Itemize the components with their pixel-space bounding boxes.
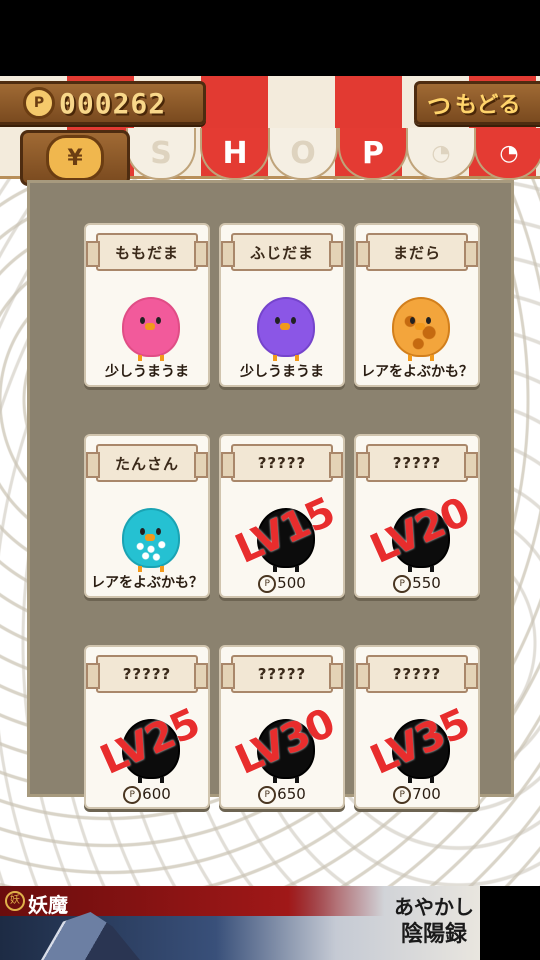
chick-icon: ◔ [474, 128, 540, 180]
bird-mottled-icon [392, 297, 450, 361]
ad-title: あやかし 陰陽録 [388, 894, 480, 948]
bird-purple-icon [257, 297, 315, 361]
shop-item-card[interactable]: まだらレアをよぶかも？ [354, 223, 480, 387]
card-price: P 700 [356, 785, 478, 804]
card-name: ふじだま [250, 243, 314, 262]
status-bar-area [0, 0, 540, 76]
card-price: P 500 [221, 574, 343, 593]
ad-title-line1: あやかし [394, 895, 474, 919]
card-description: レアをよぶかも？ [361, 364, 473, 380]
card-name-ribbon: ふじだま [221, 233, 343, 271]
card-name: ももだま [115, 243, 179, 262]
price-coin-icon: P [393, 785, 412, 804]
awning-letter-o: O [268, 128, 338, 180]
card-name: ????? [392, 665, 442, 683]
yen-coin-icon: ¥ [46, 135, 104, 181]
card-name: ????? [257, 665, 307, 683]
card-name-ribbon: ????? [221, 444, 343, 482]
back-arrow-icon: つ [427, 91, 451, 120]
card-name-ribbon: ????? [86, 655, 208, 693]
price-coin-icon: P [123, 785, 142, 804]
card-name: ????? [392, 454, 442, 472]
card-name: ????? [257, 454, 307, 472]
ad-image[interactable]: 妖 妖魔 あやかし 陰陽録 [0, 886, 480, 960]
card-name-ribbon: ????? [221, 655, 343, 693]
shop-item-card[interactable]: ももだま少しうまうま [84, 223, 210, 387]
coin-icon: P [23, 87, 55, 119]
card-name-ribbon: まだら [356, 233, 478, 271]
card-name-ribbon: たんさん [86, 444, 208, 482]
ad-badge: 妖 [5, 891, 25, 911]
price-coin-icon: P [258, 574, 277, 593]
card-name-ribbon: ももだま [86, 233, 208, 271]
card-price: P 600 [86, 785, 208, 804]
price-value: 600 [142, 785, 171, 803]
ad-left-title: 妖魔 [28, 893, 68, 917]
shop-item-card[interactable]: たんさんレアをよぶかも？ [84, 434, 210, 598]
price-coin-icon: P [393, 574, 412, 593]
ad-title-line2: 陰陽録 [400, 921, 467, 947]
awning-letter-h: H [200, 128, 270, 180]
purse-button[interactable]: ¥ [20, 130, 130, 186]
shop-item-card[interactable]: ????? LV20 P 550 [354, 434, 480, 598]
card-name: ????? [122, 665, 172, 683]
coin-count: 000262 [59, 86, 167, 120]
price-value: 650 [277, 785, 306, 803]
bird-cyan-icon [122, 508, 180, 572]
shop-item-card[interactable]: ふじだま少しうまうま [219, 223, 345, 387]
card-description: 少しうまうま [240, 364, 324, 380]
price-coin-icon: P [258, 785, 277, 804]
back-button-label: もどる [455, 93, 521, 118]
awning-letter-s: S [126, 128, 196, 180]
price-value: 700 [412, 785, 441, 803]
card-name: たんさん [114, 454, 179, 473]
coin-counter: P 000262 [0, 81, 206, 125]
card-name-ribbon: ????? [356, 444, 478, 482]
awning-letter-p: P [338, 128, 408, 180]
shop-item-card[interactable]: ????? LV25 P 600 [84, 645, 210, 809]
shop-item-card[interactable]: ????? LV15 P 500 [219, 434, 345, 598]
card-description: レアをよぶかも？ [91, 575, 203, 591]
ad-banner[interactable]: 妖 妖魔 あやかし 陰陽録 [0, 886, 540, 960]
card-price: P 650 [221, 785, 343, 804]
shop-item-card[interactable]: ????? LV30 P 650 [219, 645, 345, 809]
price-value: 500 [277, 574, 306, 592]
shop-item-card[interactable]: ????? LV35 P 700 [354, 645, 480, 809]
card-description: 少しうまうま [105, 364, 189, 380]
shop-screen: S H O P ◔ ◔ P 000262 つ もどる ¥ ももだま 少しうまうまふ… [0, 0, 540, 960]
card-name-ribbon: ????? [356, 655, 478, 693]
chick-icon: ◔ [406, 128, 476, 180]
price-value: 550 [412, 574, 441, 592]
card-name: まだら [392, 243, 441, 262]
shop-panel: ももだま 少しうまうま ふじだま 少しうまうま まだら レアをよぶかも？ たんさん レアをよぶ… [27, 180, 514, 809]
card-price: P 550 [356, 574, 478, 593]
back-button[interactable]: つ もどる [414, 81, 540, 125]
bird-pink-icon [122, 297, 180, 361]
ad-character-figure [41, 912, 140, 960]
